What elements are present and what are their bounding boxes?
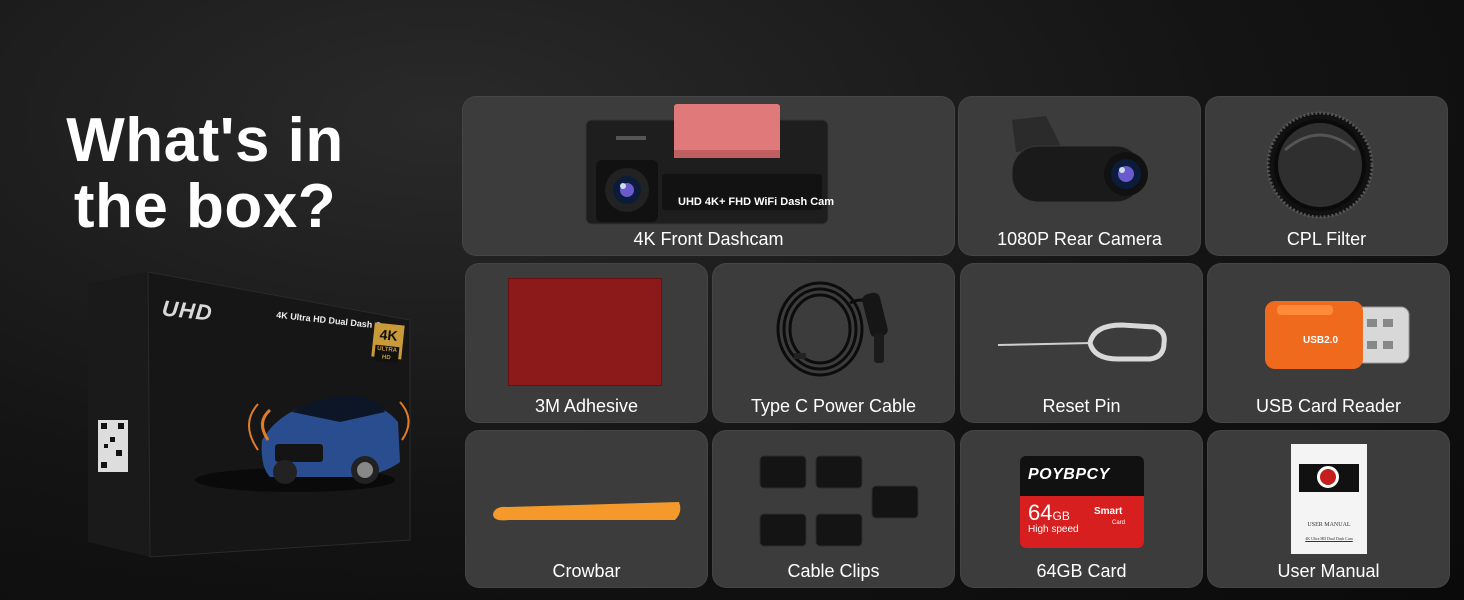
- tile-sd-card: POYBPCY 64GB High speed Smart Card 64GB …: [960, 430, 1203, 588]
- label-reset-pin: Reset Pin: [1042, 396, 1121, 416]
- tile-cpl-filter: CPL Filter: [1205, 96, 1448, 256]
- tile-user-manual: USER MANUAL 4K Ultra HD Dual Dash Cam Us…: [1207, 430, 1450, 588]
- sd-card-size-unit: GB: [1052, 509, 1070, 523]
- tile-adhesive: 3M Adhesive: [465, 263, 708, 423]
- dashcam-sticker-text: UHD 4K+ FHD WiFi Dash Cam: [678, 196, 835, 208]
- tile-front-dashcam: UHD 4K+ FHD WiFi Dash Cam 4K Front Dashc…: [462, 96, 955, 256]
- label-power-cable: Type C Power Cable: [750, 396, 917, 416]
- product-box-shape: [88, 272, 411, 558]
- cable-clips-image: [759, 455, 919, 547]
- sd-card-image: POYBPCY 64GB High speed Smart Card: [1020, 456, 1144, 548]
- crowbar-image: [493, 502, 681, 521]
- label-sd-card: 64GB Card: [1036, 561, 1127, 581]
- rear-camera-image: [1011, 116, 1148, 203]
- sd-card-size-number: 64: [1028, 500, 1053, 525]
- sd-card-size: 64GB: [1028, 500, 1070, 526]
- card-reader-text: USB2.0: [1303, 335, 1339, 346]
- adhesive-image: [509, 279, 661, 385]
- cpl-filter-image: [1266, 111, 1374, 219]
- sd-card-speed: High speed: [1028, 524, 1079, 535]
- reset-pin-image: [997, 322, 1167, 362]
- label-card-reader: USB Card Reader: [1255, 396, 1402, 416]
- manual-subtitle: 4K Ultra HD Dual Dash Cam: [1305, 536, 1353, 541]
- tile-card-reader: USB2.0 USB Card Reader: [1207, 263, 1450, 423]
- product-box-image: UHD 4K Ultra HD Dual Dash Cam 4K ULTRA H…: [80, 272, 415, 562]
- page-title: What's in the box?: [40, 108, 370, 240]
- front-dashcam-image: [585, 104, 829, 225]
- sd-card-smart: Smart: [1094, 506, 1123, 517]
- box-4k-sub: ULTRA HD: [373, 344, 400, 364]
- box-brand-text: UHD: [160, 295, 214, 326]
- box-4k-text: 4K: [378, 326, 399, 344]
- manual-title: USER MANUAL: [1307, 522, 1351, 528]
- manual-logo-icon: [1317, 466, 1339, 488]
- label-adhesive: 3M Adhesive: [534, 396, 639, 416]
- box-4k-badge: 4K ULTRA HD: [371, 322, 405, 364]
- tile-reset-pin: Reset Pin: [960, 263, 1203, 423]
- title-line-2: the box?: [73, 172, 337, 241]
- label-user-manual: User Manual: [1277, 561, 1380, 581]
- label-crowbar: Crowbar: [552, 561, 621, 581]
- label-cpl-filter: CPL Filter: [1286, 229, 1367, 249]
- sd-card-word: Card: [1112, 520, 1126, 526]
- tile-power-cable: Type C Power Cable: [712, 263, 955, 423]
- power-cable-image: [776, 281, 888, 377]
- tile-cable-clips: Cable Clips: [712, 430, 955, 588]
- label-front-dashcam: 4K Front Dashcam: [633, 229, 784, 249]
- sd-card-brand: POYBPCY: [1028, 466, 1110, 483]
- title-line-1: What's in: [66, 106, 344, 175]
- user-manual-image: USER MANUAL 4K Ultra HD Dual Dash Cam: [1291, 444, 1367, 554]
- label-rear-camera: 1080P Rear Camera: [997, 229, 1162, 249]
- label-cable-clips: Cable Clips: [787, 561, 880, 581]
- tile-rear-camera: 1080P Rear Camera: [958, 96, 1201, 256]
- tile-crowbar: Crowbar: [465, 430, 708, 588]
